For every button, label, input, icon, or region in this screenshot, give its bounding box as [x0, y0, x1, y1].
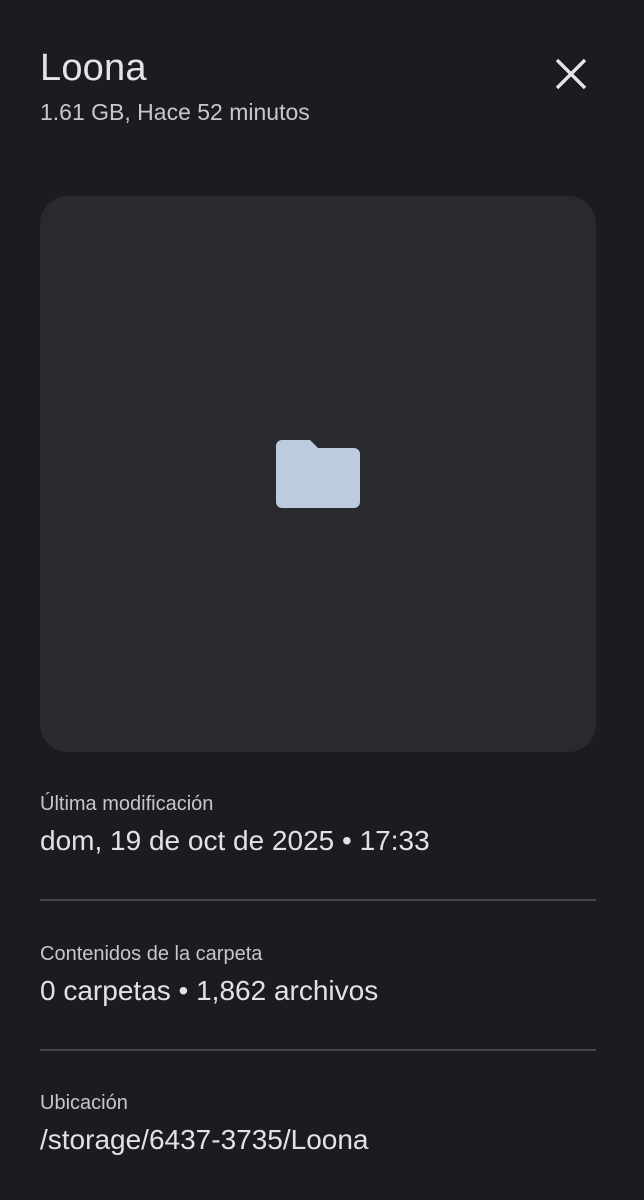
- last-modified-value: dom, 19 de oct de 2025 • 17:33: [40, 825, 430, 856]
- divider: [40, 899, 596, 901]
- file-size-and-time: 1.61 GB, Hace 52 minutos: [40, 99, 310, 125]
- close-icon: [555, 58, 587, 90]
- location-label: Ubicación: [40, 1092, 128, 1114]
- last-modified-label: Última modificación: [40, 793, 214, 815]
- folder-icon: [276, 440, 360, 508]
- page-title: Loona: [40, 47, 147, 89]
- divider: [40, 1049, 596, 1051]
- folder-contents-label: Contenidos de la carpeta: [40, 943, 263, 965]
- close-button[interactable]: [546, 49, 596, 99]
- folder-contents-value: 0 carpetas • 1,862 archivos: [40, 975, 379, 1006]
- location-value: /storage/6437-3735/Loona: [40, 1124, 369, 1155]
- file-details-screen: Loona 1.61 GB, Hace 52 minutos Última mo…: [0, 0, 644, 1200]
